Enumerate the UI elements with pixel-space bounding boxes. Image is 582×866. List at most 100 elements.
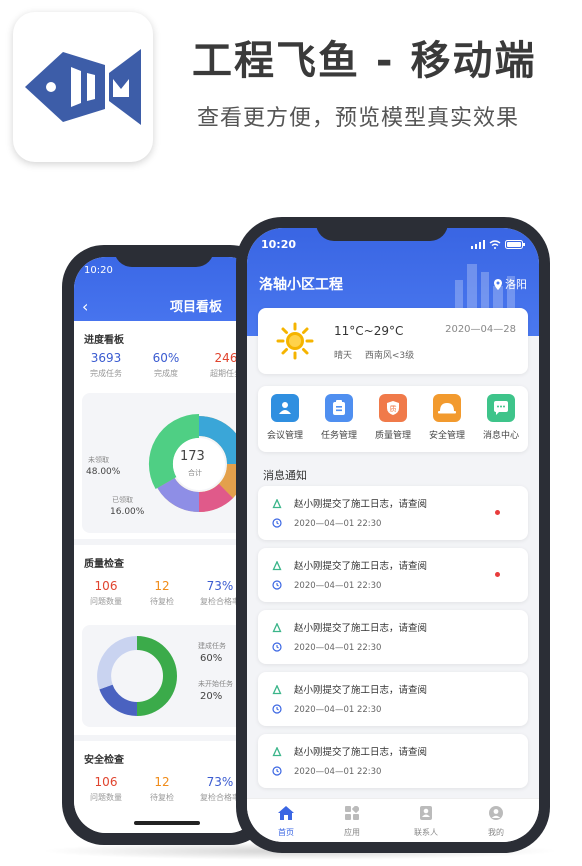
tab-label: 我的 xyxy=(488,828,504,837)
stat-issues: 106 问题数量 xyxy=(76,579,136,607)
weather-condition: 晴天 xyxy=(334,351,353,361)
home-screen: 10:20 洛轴小区工程 洛阳 11°C~29°C 2020—04—28 晴天 … xyxy=(247,228,539,842)
battery-icon xyxy=(505,240,525,249)
stat-pending: 12 待复检 xyxy=(132,579,192,607)
front-phone: 10:20 洛轴小区工程 洛阳 11°C~29°C 2020—04—28 晴天 … xyxy=(236,217,550,853)
stat-label: 完成度 xyxy=(154,369,178,378)
clock-icon xyxy=(272,518,282,528)
wifi-icon xyxy=(489,240,501,249)
back-arrow-icon[interactable]: ‹ xyxy=(82,297,88,316)
menu-label: 安全管理 xyxy=(428,431,465,441)
stat-pending: 12 待复检 xyxy=(132,775,192,803)
status-icons xyxy=(471,240,525,249)
quality-chart-panel: 建成任务 60% 未开始任务 20% xyxy=(82,625,252,727)
bell-icon xyxy=(272,623,282,633)
menu-item-safety[interactable]: 安全管理 xyxy=(420,394,474,441)
section-title: 安全检查 xyxy=(84,755,124,766)
donut-total: 173 xyxy=(180,449,205,464)
bell-icon xyxy=(272,685,282,695)
notice-time: 2020—04—01 22:30 xyxy=(294,705,382,715)
stat-label: 完成任务 xyxy=(90,369,122,378)
donut-total-label: 合计 xyxy=(188,469,202,477)
stat-value: 3693 xyxy=(90,351,122,365)
signal-icon xyxy=(471,240,485,249)
notice-time: 2020—04—01 22:30 xyxy=(294,519,382,529)
unread-dot xyxy=(495,572,500,577)
section-title: 质量检查 xyxy=(84,559,124,570)
section-title: 进度看板 xyxy=(84,335,124,346)
menu-item-quality[interactable]: 质 质量管理 xyxy=(366,394,420,441)
legend-built-value: 60% xyxy=(200,653,223,664)
stat-label: 问题数量 xyxy=(90,793,122,802)
status-time: 10:20 xyxy=(261,238,297,251)
stat-completion-rate: 60% 完成度 xyxy=(136,351,196,379)
promo-page: 工程飞鱼 - 移动端 查看更方便，预览模型真实效果 10:20 ‹ 项目看板 进… xyxy=(0,0,582,866)
legend-claimed-label: 已领取 xyxy=(112,496,133,504)
clock-icon xyxy=(272,580,282,590)
bell-icon xyxy=(272,561,282,571)
bottom-tab-bar: 首页 应用 联系人 我的 xyxy=(247,798,539,842)
weather-wind: 西南风<3级 xyxy=(364,351,415,361)
tab-label: 首页 xyxy=(278,828,294,837)
stat-label: 待复检 xyxy=(150,597,174,606)
tab-apps[interactable]: 应用 xyxy=(327,805,377,838)
legend-unclaimed-value: 48.00% xyxy=(86,467,121,477)
dashboard-screen: 10:20 ‹ 项目看板 进度看板 3693 完成任务 60% 完成度 246 … xyxy=(74,257,260,833)
legend-claimed-value: 16.00% xyxy=(110,507,145,517)
menu-label: 会议管理 xyxy=(266,431,303,441)
menu-item-meeting[interactable]: 会议管理 xyxy=(258,394,312,441)
notice-item[interactable]: 赵小刚提交了施工日志，请查阅 2020—04—01 22:30 xyxy=(258,610,528,664)
tab-label: 应用 xyxy=(344,828,360,837)
tab-home[interactable]: 首页 xyxy=(261,805,311,838)
notice-item[interactable]: 赵小刚提交了施工日志，请查阅 2020—04—01 22:30 xyxy=(258,734,528,788)
quick-menu: 会议管理 任务管理 质 质量管理 安全管理 消息中心 xyxy=(258,386,528,452)
notice-item[interactable]: 赵小刚提交了施工日志，请查阅 2020—04—01 22:30 xyxy=(258,486,528,540)
notice-time: 2020—04—01 22:30 xyxy=(294,643,382,653)
stat-issues: 106 问题数量 xyxy=(76,775,136,803)
svg-text:质: 质 xyxy=(390,404,397,413)
weather-card: 11°C~29°C 2020—04—28 晴天 西南风<3级 xyxy=(258,308,528,374)
bell-icon xyxy=(272,499,282,509)
legend-built-label: 建成任务 xyxy=(198,642,226,650)
menu-label: 任务管理 xyxy=(320,431,357,441)
notice-text: 赵小刚提交了施工日志，请查阅 xyxy=(294,499,428,510)
menu-label: 消息中心 xyxy=(482,431,519,441)
menu-item-message[interactable]: 消息中心 xyxy=(474,394,528,441)
stat-value: 12 xyxy=(154,775,170,789)
location-pin-icon xyxy=(494,278,502,290)
stat-label: 问题数量 xyxy=(90,597,122,606)
sun-icon xyxy=(276,322,314,360)
project-name[interactable]: 洛轴小区工程 xyxy=(259,274,343,294)
notice-item[interactable]: 赵小刚提交了施工日志，请查阅 2020—04—01 22:30 xyxy=(258,548,528,602)
menu-item-task[interactable]: 任务管理 xyxy=(312,394,366,441)
stat-label: 待复检 xyxy=(150,793,174,802)
app-title: 工程飞鱼 - 移动端 xyxy=(192,38,537,84)
quality-icon: 质 xyxy=(379,394,407,422)
progress-chart-panel: 173 合计 未领取 48.00% 已领取 16.00% xyxy=(82,393,252,533)
phone-notch xyxy=(114,245,214,267)
stat-value: 60% xyxy=(152,351,180,365)
tab-profile[interactable]: 我的 xyxy=(471,805,521,838)
clock-icon xyxy=(272,642,282,652)
legend-notstarted-value: 20% xyxy=(200,691,223,702)
notice-text: 赵小刚提交了施工日志，请查阅 xyxy=(294,747,428,758)
tab-label: 联系人 xyxy=(414,828,438,837)
app-subtitle: 查看更方便，预览模型真实效果 xyxy=(197,106,520,131)
notice-time: 2020—04—01 22:30 xyxy=(294,581,382,591)
quality-donut-chart xyxy=(97,636,177,716)
notice-text: 赵小刚提交了施工日志，请查阅 xyxy=(294,561,428,572)
legend-notstarted-label: 未开始任务 xyxy=(198,680,233,688)
home-indicator xyxy=(134,821,200,825)
notice-item[interactable]: 赵小刚提交了施工日志，请查阅 2020—04—01 22:30 xyxy=(258,672,528,726)
notice-text: 赵小刚提交了施工日志，请查阅 xyxy=(294,685,428,696)
location-selector[interactable]: 洛阳 xyxy=(494,276,527,292)
task-icon xyxy=(325,394,353,422)
status-time: 10:20 xyxy=(84,265,113,276)
tab-contacts[interactable]: 联系人 xyxy=(401,805,451,838)
page-title: 项目看板 xyxy=(170,300,223,315)
unread-dot xyxy=(495,510,500,515)
safety-section: 安全检查 106 问题数量 12 待复检 73% 复检合格率 xyxy=(74,741,260,833)
home-icon xyxy=(278,806,294,820)
clock-icon xyxy=(272,766,282,776)
notice-section-title: 消息通知 xyxy=(263,469,307,482)
